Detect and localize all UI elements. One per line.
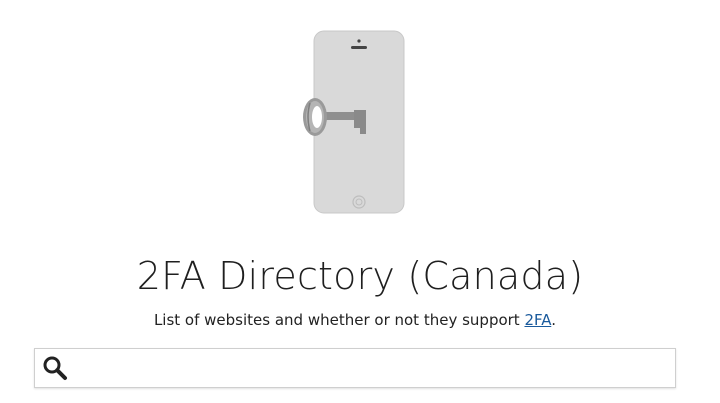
- page-title: 2FA Directory (Canada): [136, 254, 584, 298]
- search-box[interactable]: [34, 348, 676, 388]
- page-subtitle: List of websites and whether or not they…: [0, 310, 710, 330]
- subtitle-suffix: .: [551, 311, 557, 329]
- search-input[interactable]: [69, 350, 675, 386]
- subtitle-text: List of websites and whether or not they…: [153, 311, 525, 329]
- phone-key-icon: [303, 30, 405, 214]
- page: 2FA Directory (Canada) List of websites …: [0, 0, 720, 403]
- 2fa-link[interactable]: 2FA: [524, 311, 551, 329]
- search-icon: [41, 354, 69, 382]
